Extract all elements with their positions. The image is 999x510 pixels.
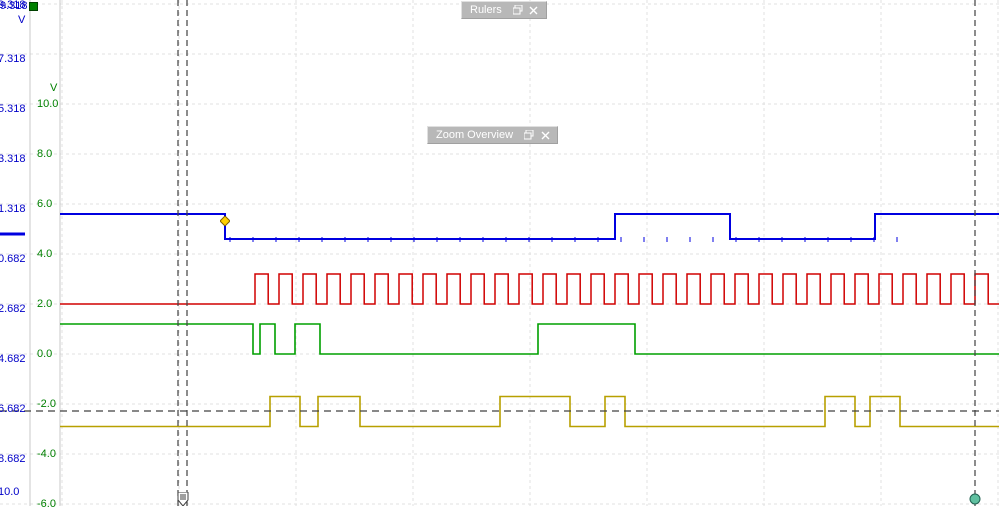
rulers-panel-title[interactable]: Rulers (461, 1, 547, 19)
close-icon[interactable] (539, 129, 551, 141)
zoom-overview-panel-title[interactable]: Zoom Overview (427, 126, 558, 144)
axis-tick-label: 5.318 (0, 103, 26, 115)
axis-tick-label: 9.318 (0, 0, 26, 11)
axis-tick-label: 8.0 (37, 148, 52, 160)
axis-tick-label: -6.0 (37, 498, 56, 510)
waveform-canvas[interactable] (0, 0, 999, 506)
axis-tick-label: 0.682 (0, 253, 26, 265)
ruler-handle-circle-icon[interactable] (968, 492, 982, 506)
axis-tick-label: 10.0 (0, 486, 19, 498)
axis-tick-label: 4.0 (37, 248, 52, 260)
axis-tick-label: V (18, 14, 25, 26)
axis-tick-label: 8.682 (0, 453, 26, 465)
axis-tick-label: V (50, 82, 57, 94)
axis-tick-label: 10.0 (37, 98, 58, 110)
trigger-marker-icon[interactable] (220, 216, 230, 226)
axis-tick-label: 1.318 (0, 203, 26, 215)
zoom-overview-label: Zoom Overview (436, 128, 513, 142)
axis-tick-label: 3.318 (0, 153, 26, 165)
axis-tick-label: 4.682 (0, 353, 26, 365)
restore-icon[interactable] (512, 4, 524, 16)
square-glyph-icon (29, 2, 38, 11)
axis-tick-label: 7.318 (0, 53, 26, 65)
ruler-handle-icon[interactable] (175, 492, 191, 506)
close-icon[interactable] (528, 4, 540, 16)
axis-tick-label: 6.682 (0, 403, 26, 415)
axis-tick-label: 2.682 (0, 303, 26, 315)
axis-tick-label: 2.0 (37, 298, 52, 310)
rulers-label: Rulers (470, 3, 502, 17)
axis-tick-label: 6.0 (37, 198, 52, 210)
axis-tick-label: 0.0 (37, 348, 52, 360)
restore-icon[interactable] (523, 129, 535, 141)
axis-tick-label: -2.0 (37, 398, 56, 410)
oscilloscope-view[interactable] (0, 0, 999, 506)
axis-tick-label: -4.0 (37, 448, 56, 460)
